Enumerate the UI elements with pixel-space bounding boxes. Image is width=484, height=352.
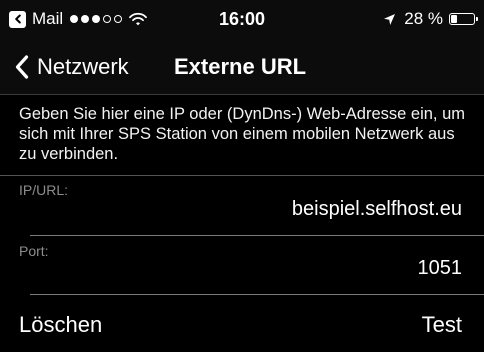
test-button[interactable]: Test (422, 312, 462, 338)
location-arrow-icon (383, 13, 396, 26)
port-label: Port: (19, 243, 49, 259)
chevron-left-icon[interactable] (15, 55, 29, 79)
row-divider (30, 294, 484, 295)
navigation-bar: Netzwerk Externe URL (0, 40, 484, 95)
battery-percentage: 28 % (404, 9, 443, 28)
battery-fill (451, 15, 457, 23)
description-text: Geben Sie hier eine IP oder (DynDns-) We… (19, 105, 466, 163)
back-button-label[interactable]: Netzwerk (37, 54, 129, 80)
battery-icon (449, 13, 478, 25)
ip-url-field[interactable]: beispiel.selfhost.eu (292, 198, 462, 221)
ip-url-label: IP/URL: (19, 182, 69, 198)
battery-tip (476, 17, 478, 21)
port-field[interactable]: 1051 (418, 257, 463, 280)
section-divider (0, 175, 484, 176)
page-title: Externe URL (174, 54, 307, 79)
back-button[interactable]: Netzwerk (15, 54, 129, 80)
status-bar-right: 28 % (383, 9, 478, 29)
row-divider (30, 235, 484, 236)
status-bar: Mail 16:00 28 % (0, 0, 484, 40)
delete-button[interactable]: Löschen (19, 312, 102, 338)
